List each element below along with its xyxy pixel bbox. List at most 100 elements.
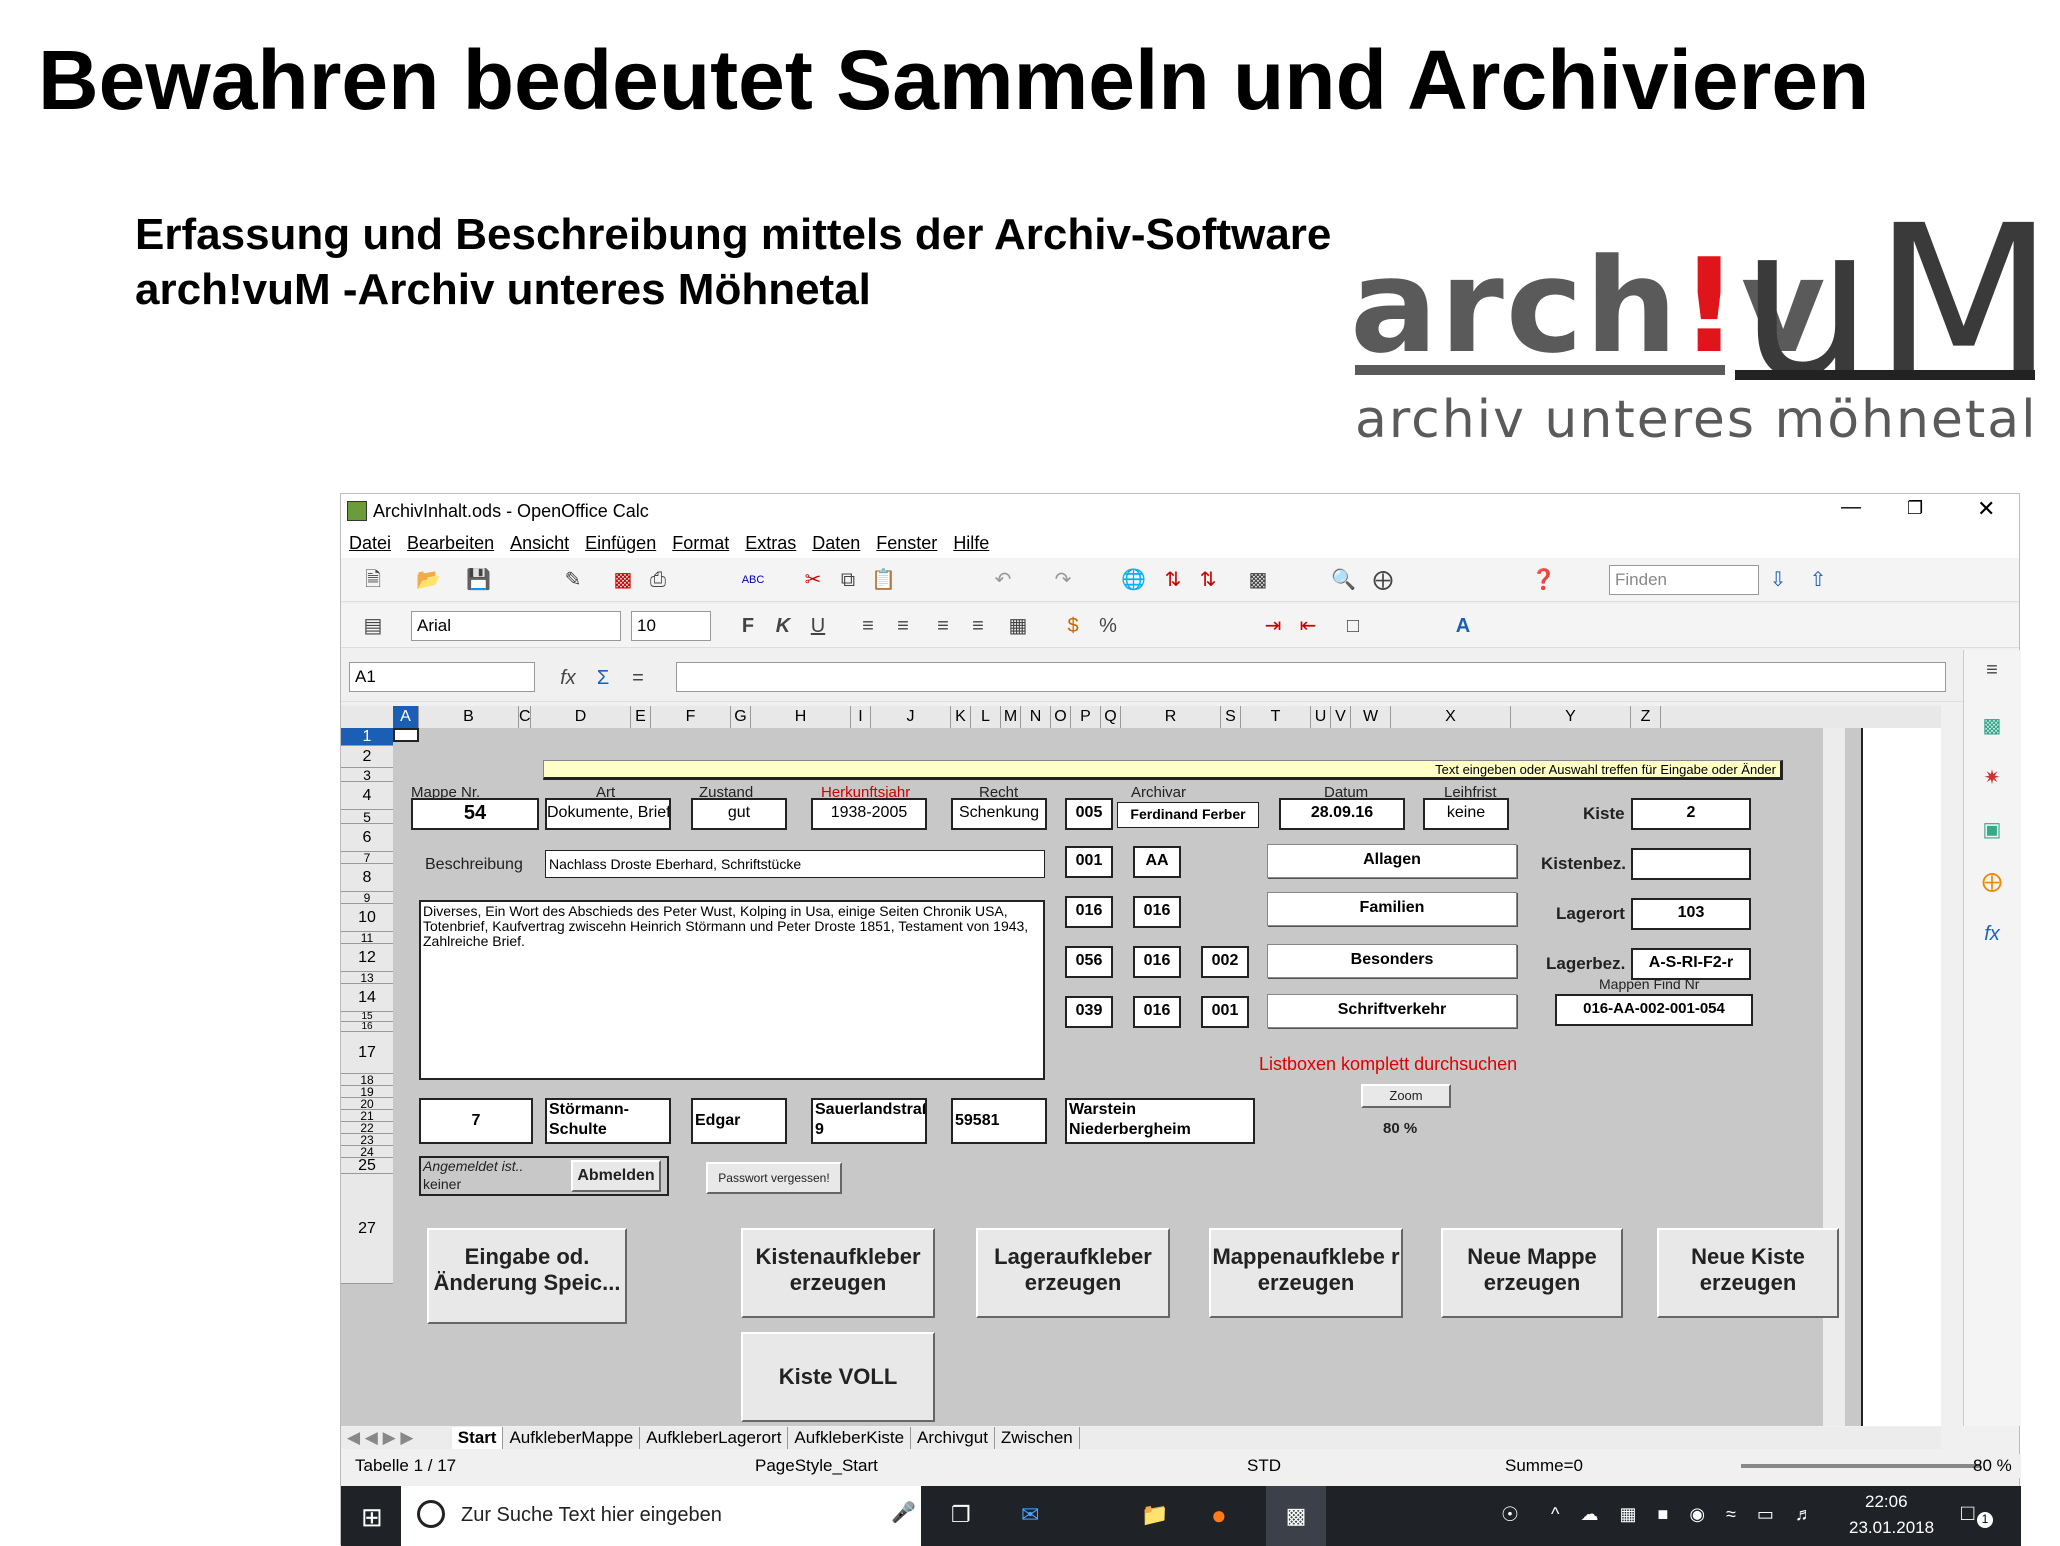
taskbar-search[interactable]: Zur Suche Text hier eingeben 🎤 bbox=[401, 1486, 921, 1546]
minimize-icon[interactable]: — bbox=[1841, 496, 1861, 519]
lagerort-field[interactable]: 103 bbox=[1631, 898, 1751, 930]
hyperlink-icon[interactable]: 🌐 bbox=[1121, 568, 1146, 592]
col-header[interactable]: S bbox=[1221, 706, 1241, 728]
storage-label-button[interactable]: Lageraufkleber erzeugen bbox=[976, 1228, 1170, 1318]
row-header[interactable]: 27 bbox=[341, 1174, 393, 1284]
undo-icon[interactable]: ↶ bbox=[991, 568, 1015, 592]
outlook-icon[interactable]: ✉ bbox=[1021, 1502, 1039, 1528]
archivar-code[interactable]: 005 bbox=[1065, 798, 1113, 830]
folder-label-button[interactable]: Mappenaufklebe r erzeugen bbox=[1209, 1228, 1403, 1318]
new-icon[interactable]: 🗎 bbox=[361, 568, 385, 592]
notification-icon[interactable]: □ bbox=[1961, 1500, 1974, 1526]
open-icon[interactable]: 📂 bbox=[416, 568, 441, 592]
restore-icon[interactable]: ❐ bbox=[1907, 498, 1923, 519]
currency-icon[interactable]: $ bbox=[1061, 614, 1085, 638]
spellcheck-icon[interactable]: ABC bbox=[741, 568, 765, 592]
row-header[interactable]: 7 bbox=[341, 852, 393, 864]
explorer-icon[interactable]: 📁 bbox=[1141, 1502, 1168, 1528]
function-icon[interactable]: = bbox=[626, 666, 650, 690]
col-header[interactable]: O bbox=[1051, 706, 1071, 728]
mappen-find-field[interactable]: 016-AA-002-001-054 bbox=[1555, 994, 1753, 1026]
row-header[interactable]: 14 bbox=[341, 984, 393, 1012]
kiste-field[interactable]: 2 bbox=[1631, 798, 1751, 830]
mappe-nr-field[interactable]: 54 bbox=[411, 798, 539, 830]
row-header[interactable]: 6 bbox=[341, 824, 393, 852]
col-header[interactable]: E bbox=[631, 706, 651, 728]
dropdown-besonders[interactable]: Besonders bbox=[1267, 944, 1517, 978]
percent-icon[interactable]: % bbox=[1096, 614, 1120, 638]
row-header[interactable]: 2 bbox=[341, 746, 393, 768]
col-header[interactable]: P bbox=[1071, 706, 1101, 728]
col-header[interactable]: C bbox=[519, 706, 531, 728]
menu-1[interactable]: Bearbeiten bbox=[407, 528, 494, 558]
save-icon[interactable]: 💾 bbox=[466, 568, 491, 592]
contact-firstname[interactable]: Edgar bbox=[691, 1098, 787, 1144]
tray-icons[interactable]: ^ ☁ ▦ ■ ◉ ≈ ▭ ♬ bbox=[1551, 1504, 1821, 1525]
contact-lastname[interactable]: Störmann-Schulte bbox=[545, 1098, 671, 1144]
font-name-select[interactable]: Arial bbox=[411, 611, 621, 641]
menu-6[interactable]: Daten bbox=[812, 528, 860, 558]
col-header[interactable]: N bbox=[1021, 706, 1051, 728]
row-header[interactable]: 16 bbox=[341, 1022, 393, 1032]
tab-4[interactable]: Archivgut bbox=[911, 1427, 995, 1449]
row-header[interactable]: 1 bbox=[341, 728, 393, 746]
menu-0[interactable]: Datei bbox=[349, 528, 391, 558]
gallery-icon[interactable]: ▣ bbox=[1980, 818, 2004, 842]
cut-icon[interactable]: ✂ bbox=[801, 568, 825, 592]
chart-icon[interactable]: ▩ bbox=[1246, 568, 1270, 592]
art-field[interactable]: Dokumente, Briefe bbox=[545, 798, 671, 830]
leihfrist-field[interactable]: keine bbox=[1423, 798, 1509, 830]
row-header[interactable]: 9 bbox=[341, 892, 393, 904]
dropdown-allagen[interactable]: Allagen bbox=[1267, 844, 1517, 878]
col-header[interactable]: D bbox=[531, 706, 631, 728]
tab-2[interactable]: AufkleberLagerort bbox=[640, 1427, 789, 1449]
redo-icon[interactable]: ↷ bbox=[1051, 568, 1075, 592]
borders-icon[interactable]: □ bbox=[1341, 614, 1365, 638]
row-header[interactable]: 12 bbox=[341, 944, 393, 972]
start-icon[interactable]: ⊞ bbox=[361, 1502, 383, 1533]
col-header[interactable]: W bbox=[1351, 706, 1391, 728]
taskview-icon[interactable]: ❐ bbox=[951, 1502, 971, 1528]
zoom-button[interactable]: Zoom bbox=[1361, 1084, 1451, 1108]
align-left-icon[interactable]: ≡ bbox=[856, 614, 880, 638]
spreadsheet-grid[interactable]: ABCDEFGHIJKLMNOPQRSTUVWXYZ 1 2 3 4 5 6 7 8 9 10 11… bbox=[341, 706, 1941, 1426]
col-header[interactable]: V bbox=[1331, 706, 1351, 728]
dropdown-schriftverkehr[interactable]: Schriftverkehr bbox=[1267, 994, 1517, 1028]
menu-3[interactable]: Einfügen bbox=[585, 528, 656, 558]
openoffice-icon[interactable]: ▩ bbox=[1266, 1486, 1326, 1546]
code-row6-b[interactable]: AA bbox=[1133, 846, 1181, 878]
datum-field[interactable]: 28.09.16 bbox=[1279, 798, 1405, 830]
bold-icon[interactable]: F bbox=[736, 614, 760, 638]
zoom-slider[interactable] bbox=[1741, 1464, 1981, 1468]
code-row10-c[interactable]: 002 bbox=[1201, 946, 1249, 978]
archivar-select[interactable]: Ferdinand Ferber bbox=[1117, 802, 1259, 828]
merge-cells-icon[interactable]: ▦ bbox=[1006, 614, 1030, 638]
underline-icon[interactable]: U bbox=[806, 614, 830, 638]
align-right-icon[interactable]: ≡ bbox=[931, 614, 955, 638]
save-entry-button[interactable]: Eingabe od. Änderung Speic... bbox=[427, 1228, 627, 1324]
selected-cell-a1[interactable] bbox=[393, 728, 419, 742]
col-header[interactable]: I bbox=[851, 706, 871, 728]
kistenbez-field[interactable] bbox=[1631, 848, 1751, 880]
help-icon[interactable]: ❓ bbox=[1531, 568, 1556, 592]
box-full-button[interactable]: Kiste VOLL bbox=[741, 1332, 935, 1422]
menu-2[interactable]: Ansicht bbox=[510, 528, 569, 558]
beschreibung-field[interactable]: Nachlass Droste Eberhard, Schriftstücke bbox=[545, 850, 1045, 878]
pdf-icon[interactable]: ▩ bbox=[611, 568, 635, 592]
description-textarea[interactable]: Diverses, Ein Wort des Abschieds des Pet… bbox=[419, 900, 1045, 1080]
row-header[interactable]: 4 bbox=[341, 782, 393, 810]
listboxen-link[interactable]: Listboxen komplett durchsuchen bbox=[1259, 1054, 1517, 1075]
functions-panel-icon[interactable]: fx bbox=[1980, 922, 2004, 946]
find-next-icon[interactable]: ⇩ bbox=[1766, 568, 1790, 592]
row-header[interactable]: 8 bbox=[341, 864, 393, 892]
tab-5[interactable]: Zwischen bbox=[995, 1427, 1080, 1449]
code-row8-a[interactable]: 016 bbox=[1065, 896, 1113, 928]
align-center-icon[interactable]: ≡ bbox=[891, 614, 915, 638]
menu-4[interactable]: Format bbox=[672, 528, 729, 558]
properties-icon[interactable]: ▩ bbox=[1980, 714, 2004, 738]
print-icon[interactable]: ⎙ bbox=[646, 568, 670, 592]
code-row10-a[interactable]: 056 bbox=[1065, 946, 1113, 978]
code-row12-b[interactable]: 016 bbox=[1133, 996, 1181, 1028]
contact-street[interactable]: Sauerlandstraße 9 bbox=[811, 1098, 927, 1144]
code-row8-b[interactable]: 016 bbox=[1133, 896, 1181, 928]
